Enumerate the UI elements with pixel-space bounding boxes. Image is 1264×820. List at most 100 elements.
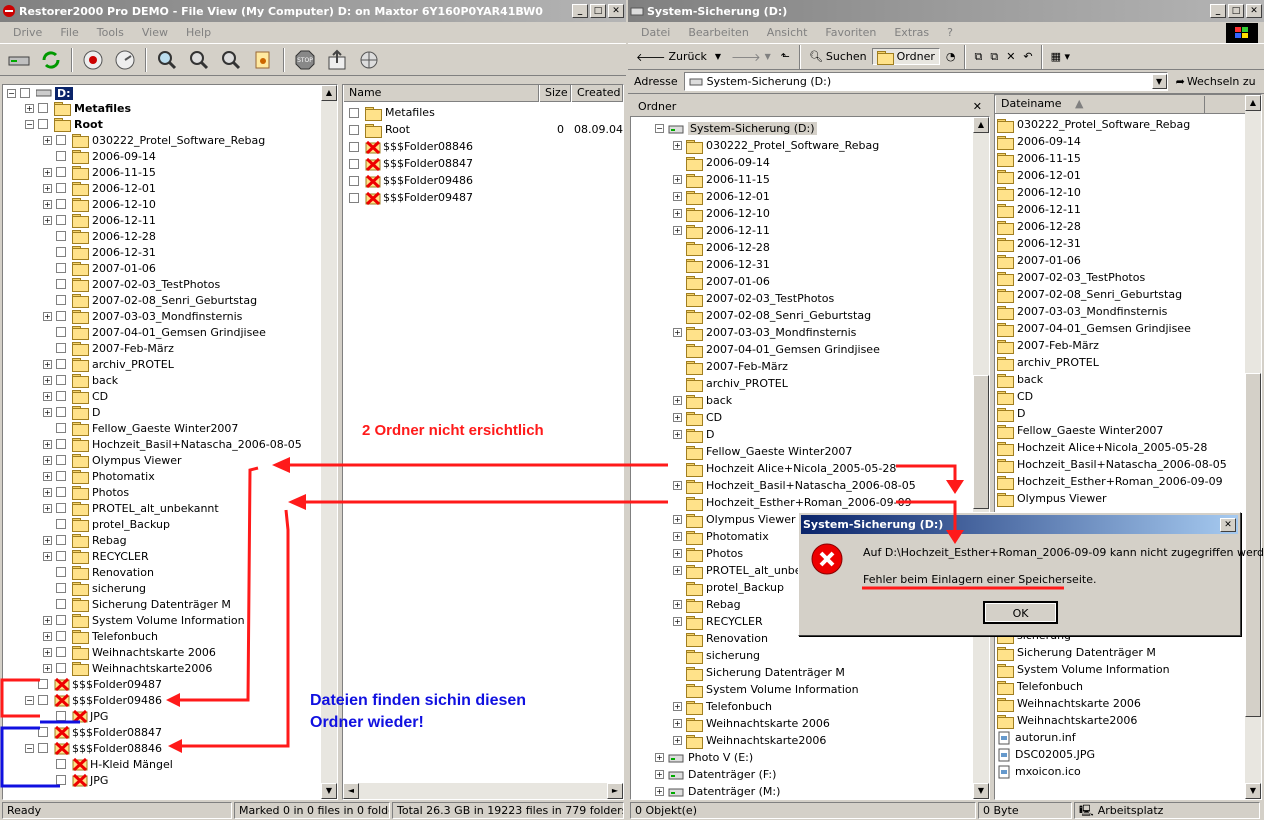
ok-button[interactable]: OK <box>983 601 1058 624</box>
restorer-titlebar[interactable]: Restorer2000 Pro DEMO - File View (My Co… <box>0 0 626 22</box>
menu-item[interactable]: Drive <box>4 26 51 39</box>
expand-toggle[interactable]: + <box>673 141 682 150</box>
expand-toggle[interactable]: − <box>25 695 34 705</box>
tree-item[interactable]: 2006-12-31 <box>3 244 337 260</box>
minimize-button[interactable]: _ <box>1210 4 1226 18</box>
size-column-header[interactable]: Size <box>539 85 571 102</box>
tree-item[interactable]: + System Volume Information <box>3 612 337 628</box>
file-item[interactable]: back <box>995 371 1261 388</box>
views-icon[interactable]: ▦ ▾ <box>1048 50 1073 63</box>
expand-toggle[interactable]: + <box>655 787 664 796</box>
tree-item[interactable]: + Rebag <box>3 532 337 548</box>
folder-tree-item[interactable]: archiv_PROTEL <box>631 375 989 392</box>
menu-item[interactable]: Help <box>177 26 220 39</box>
checkbox[interactable] <box>56 439 66 449</box>
checkbox[interactable] <box>56 263 66 273</box>
tree-item[interactable]: +2006-12-11 <box>3 212 337 228</box>
tree-item[interactable]: Sicherung Datenträger M <box>3 596 337 612</box>
expand-toggle[interactable]: + <box>43 551 52 561</box>
folder-tree-item[interactable]: + Telefonbuch <box>631 698 989 715</box>
expand-toggle[interactable]: + <box>673 719 682 728</box>
expand-toggle[interactable]: + <box>673 175 682 184</box>
stop-icon[interactable]: STOP <box>290 46 320 74</box>
checkbox[interactable] <box>349 175 359 186</box>
file-item[interactable]: 030222_Protel_Software_Rebag <box>995 116 1261 133</box>
file-item[interactable]: 2007-01-06 <box>995 252 1261 269</box>
menu-item[interactable]: View <box>133 26 177 39</box>
checkbox[interactable] <box>56 519 66 529</box>
close-icon[interactable]: ✕ <box>973 100 982 113</box>
checkbox[interactable] <box>56 759 66 769</box>
tree-item[interactable]: Fellow_Gaeste Winter2007 <box>3 420 337 436</box>
scroll-down-button[interactable]: ▼ <box>321 783 337 799</box>
folder-tree-item[interactable]: Hochzeit Alice+Nicola_2005-05-28 <box>631 460 989 477</box>
folder-tree-item[interactable]: +030222_Protel_Software_Rebag <box>631 137 989 154</box>
file-item[interactable]: 2007-03-03_Mondfinsternis <box>995 303 1261 320</box>
checkbox[interactable] <box>56 599 66 609</box>
folder-tree-item[interactable]: +2006-11-15 <box>631 171 989 188</box>
file-item[interactable]: 2006-12-01 <box>995 167 1261 184</box>
folder-tree-item[interactable]: + Photo V (E:) <box>631 749 989 766</box>
tree-item[interactable]: + back <box>3 372 337 388</box>
tree-vertical-scrollbar[interactable]: ▲ ▼ <box>973 117 989 799</box>
expand-toggle[interactable]: + <box>673 736 682 745</box>
tree-item[interactable]: − Root <box>3 116 337 132</box>
undo-icon[interactable]: ↶ <box>1020 50 1035 63</box>
folder-tree-item[interactable]: 2006-12-31 <box>631 256 989 273</box>
expand-toggle[interactable]: + <box>43 615 52 625</box>
folder-tree-item[interactable]: 2007-02-08_Senri_Geburtstag <box>631 307 989 324</box>
folder-tree-item[interactable]: 2006-09-14 <box>631 154 989 171</box>
checkbox[interactable] <box>56 615 66 625</box>
folder-tree-item[interactable]: Hochzeit_Esther+Roman_2006-09-09 <box>631 494 989 511</box>
list-item[interactable]: Metafiles <box>343 104 623 121</box>
scroll-left-button[interactable]: ◄ <box>343 783 359 799</box>
expand-toggle[interactable]: + <box>43 647 52 657</box>
tree-item[interactable]: − $$$Folder08846 <box>3 740 337 756</box>
close-button[interactable]: ✕ <box>608 4 624 18</box>
checkbox[interactable] <box>56 327 66 337</box>
checkbox[interactable] <box>56 247 66 257</box>
expand-toggle[interactable]: + <box>43 407 52 417</box>
tree-item[interactable]: protel_Backup <box>3 516 337 532</box>
tree-item[interactable]: sicherung <box>3 580 337 596</box>
expand-toggle[interactable]: + <box>43 359 52 369</box>
list-item[interactable]: $$$Folder09487 <box>343 189 623 206</box>
file-item[interactable]: Hochzeit Alice+Nicola_2005-05-28 <box>995 439 1261 456</box>
back-button[interactable]: 🡐 Zurück ▼ <box>632 50 725 64</box>
tree-item[interactable]: + archiv_PROTEL <box>3 356 337 372</box>
tree-item[interactable]: +2006-12-01 <box>3 180 337 196</box>
file-item[interactable]: CD <box>995 388 1261 405</box>
expand-toggle[interactable]: + <box>655 770 664 779</box>
expand-toggle[interactable]: + <box>673 328 682 337</box>
expand-toggle[interactable]: + <box>673 617 682 626</box>
expand-toggle[interactable]: − <box>25 743 34 753</box>
expand-toggle[interactable]: + <box>43 535 52 545</box>
file-item[interactable]: Sicherung Datenträger M <box>995 644 1245 661</box>
menu-item[interactable]: ? <box>938 26 962 39</box>
folders-button[interactable]: Ordner <box>871 48 940 65</box>
folder-tree-item[interactable]: System Volume Information <box>631 681 989 698</box>
tree-item[interactable]: JPG <box>3 772 337 788</box>
folder-tree-item[interactable]: +2006-12-01 <box>631 188 989 205</box>
list-horizontal-scrollbar[interactable]: ◄ ► <box>343 783 623 799</box>
checkbox[interactable] <box>56 567 66 577</box>
expand-toggle[interactable]: + <box>43 311 52 321</box>
file-item[interactable]: 2007-02-08_Senri_Geburtstag <box>995 286 1261 303</box>
file-item[interactable]: 2007-04-01_Gemsen Grindjisee <box>995 320 1261 337</box>
expand-toggle[interactable]: + <box>43 199 52 209</box>
tree-item[interactable]: 2006-12-28 <box>3 228 337 244</box>
tree-item[interactable]: JPG <box>3 708 337 724</box>
folder-tree-item[interactable]: + Hochzeit_Basil+Natascha_2006-08-05 <box>631 477 989 494</box>
scroll-thumb[interactable] <box>973 375 989 509</box>
checkbox[interactable] <box>56 663 66 673</box>
minimize-button[interactable]: _ <box>572 4 588 18</box>
up-folder-icon[interactable]: ⬑ <box>777 50 794 63</box>
checkbox[interactable] <box>56 455 66 465</box>
menu-item[interactable]: Ansicht <box>758 26 817 39</box>
tree-item[interactable]: H-Kleid Mängel <box>3 756 337 772</box>
forward-button[interactable]: 🡒 ▼ <box>727 50 775 64</box>
expand-toggle[interactable]: + <box>43 487 52 497</box>
search-icon[interactable] <box>152 46 182 74</box>
menu-item[interactable]: Extras <box>885 26 938 39</box>
tree-item[interactable]: 2007-02-03_TestPhotos <box>3 276 337 292</box>
